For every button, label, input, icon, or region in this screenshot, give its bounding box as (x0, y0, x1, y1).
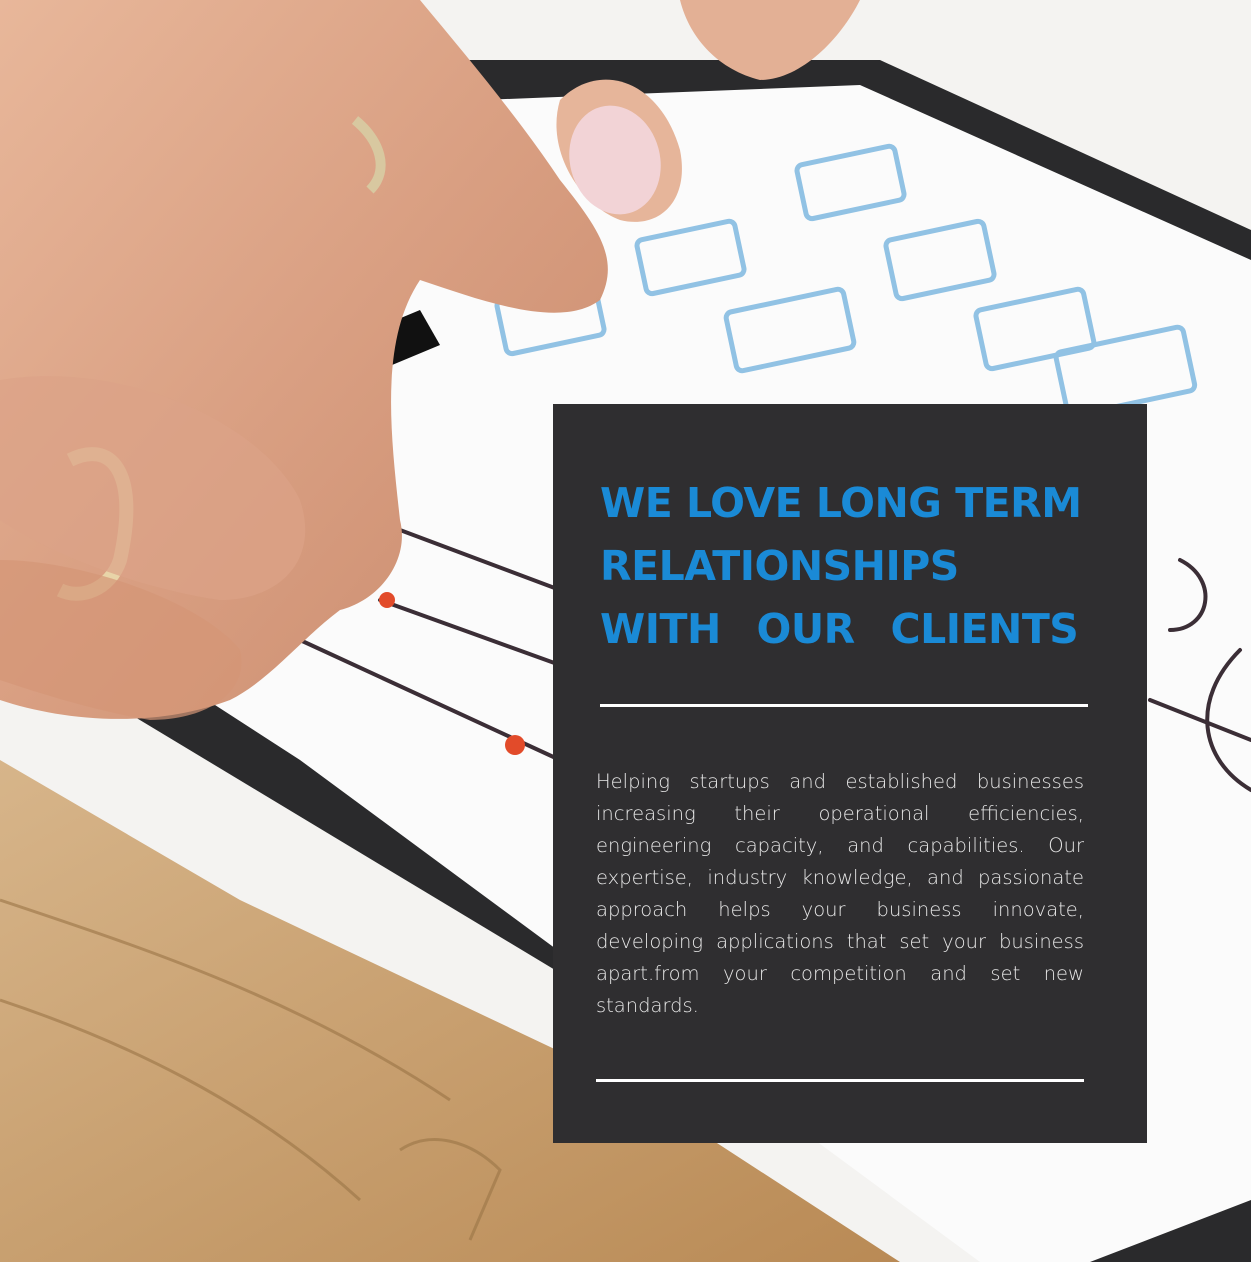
heading-line-2: RELATIONSHIPS (600, 542, 959, 590)
heading-line-1: WE LOVE LONG TERM (600, 479, 1082, 527)
card-body-text: Helping startups and established busines… (596, 770, 1084, 1017)
heading-line-3: WITH OUR CLIENTS (600, 605, 1079, 653)
content-card: WE LOVE LONG TERM RELATIONSHIPS WITH OUR… (553, 404, 1147, 1143)
divider-top (600, 704, 1088, 707)
card-heading: WE LOVE LONG TERM RELATIONSHIPS WITH OUR… (600, 472, 1090, 661)
divider-bottom (596, 1079, 1084, 1082)
